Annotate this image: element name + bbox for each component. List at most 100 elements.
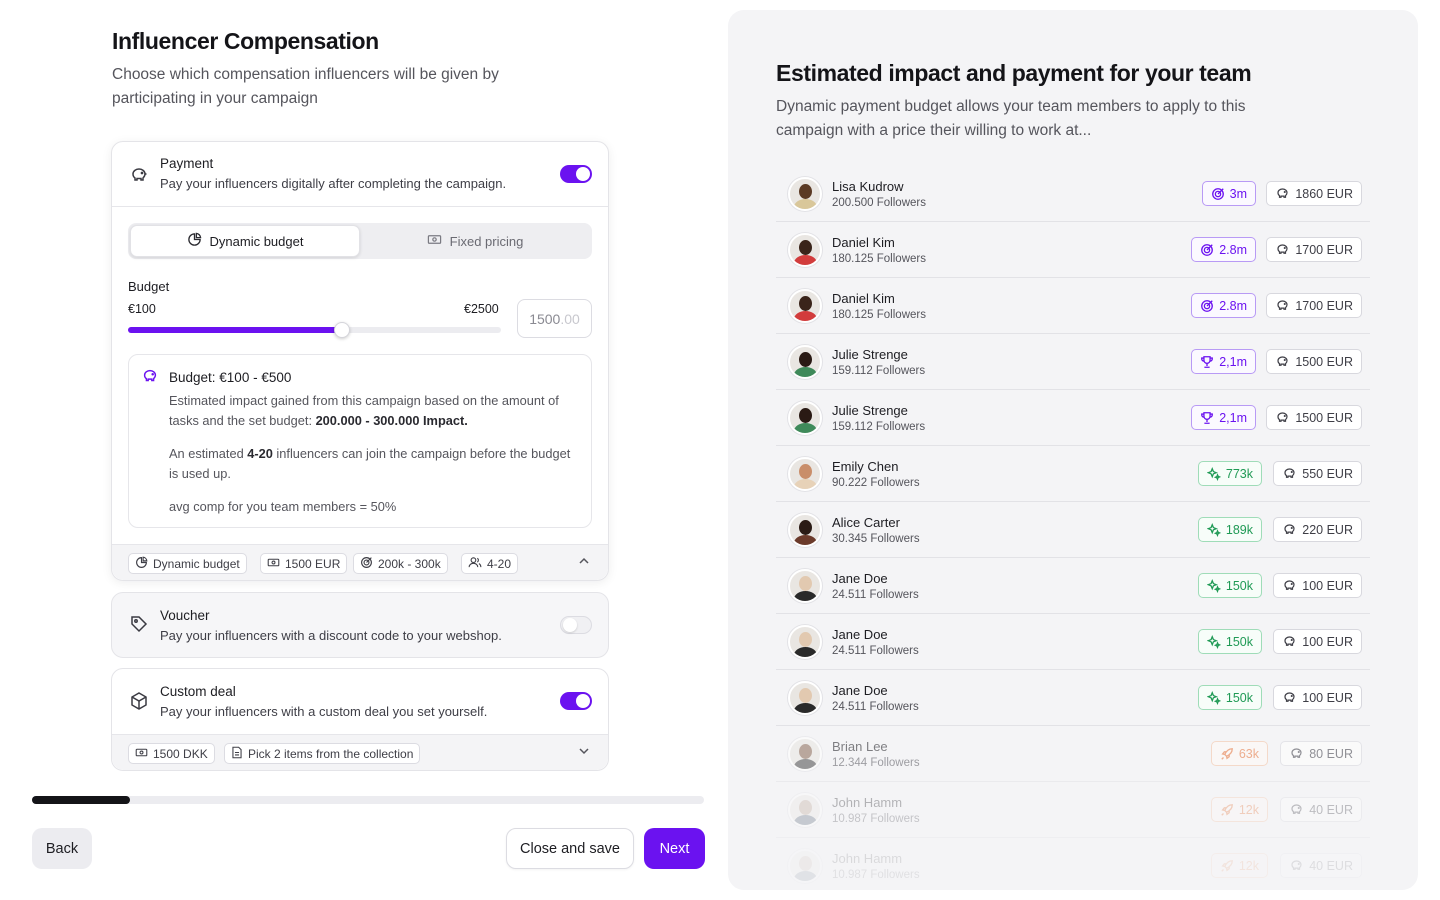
avatar-body	[794, 815, 817, 825]
payment-badge: 1700 EUR	[1266, 293, 1362, 318]
member-name: Jane Doe	[832, 683, 888, 698]
tab-dynamic-budget[interactable]: Dynamic budget	[130, 225, 360, 257]
tab-dynamic-budget-label: Dynamic budget	[209, 233, 304, 249]
chip-label: 200k - 300k	[378, 556, 441, 571]
budget-slider[interactable]	[128, 322, 501, 338]
budget-label: Budget	[128, 279, 170, 294]
payment-value: 1860 EUR	[1295, 186, 1353, 201]
team-member-row[interactable]: Lisa Kudrow 200.500 Followers 3m 1860 EUR	[776, 166, 1370, 222]
member-name: Jane Doe	[832, 571, 888, 586]
avatar	[788, 849, 822, 883]
payment-header: Payment Pay your influencers digitally a…	[112, 142, 608, 206]
member-name: John Hamm	[832, 851, 903, 866]
avatar-head	[799, 856, 812, 871]
payment-badge: 100 EUR	[1273, 685, 1362, 710]
sparkle-icon	[1206, 690, 1221, 705]
payment-badge: 1860 EUR	[1266, 181, 1362, 206]
back-button[interactable]: Back	[32, 828, 92, 869]
chevron-up-icon[interactable]	[578, 555, 590, 570]
member-name: Julie Strenge	[832, 403, 908, 418]
team-member-row[interactable]: John Hamm 10.987 Followers 12k 40 EUR	[776, 838, 1370, 890]
package-icon	[128, 690, 150, 712]
payment-value: 100 EUR	[1302, 634, 1353, 649]
member-name: Jane Doe	[832, 627, 888, 642]
chevron-down-icon[interactable]	[578, 745, 590, 760]
impact-badge: 12k	[1210, 853, 1268, 878]
impact-panel: Estimated impact and payment for your te…	[728, 10, 1418, 890]
team-member-row[interactable]: Jane Doe 24.511 Followers 150k 100 EUR	[776, 614, 1370, 670]
impact-subtitle: Dynamic payment budget allows your team …	[776, 98, 1246, 139]
budget-slider-thumb[interactable]	[334, 322, 351, 338]
avatar-body	[794, 647, 817, 657]
member-followers: 180.125 Followers	[832, 309, 926, 321]
avatar-head	[799, 296, 812, 311]
team-member-row[interactable]: Alice Carter 30.345 Followers 189k 220 EUR	[776, 502, 1370, 558]
avatar-head	[799, 632, 812, 647]
chip-deal-amount: 1500 DKK	[128, 743, 215, 764]
custom-deal-toggle[interactable]	[560, 692, 592, 710]
team-member-row[interactable]: Jane Doe 24.511 Followers 150k 100 EUR	[776, 558, 1370, 614]
chip-label: Dynamic budget	[153, 556, 240, 571]
sparkle-icon	[1206, 578, 1221, 593]
team-member-row[interactable]: Jane Doe 24.511 Followers 150k 100 EUR	[776, 670, 1370, 726]
payment-toggle[interactable]	[560, 165, 592, 183]
close-and-save-button[interactable]: Close and save	[506, 828, 634, 869]
impact-estimate-text: Estimated impact gained from this campai…	[169, 391, 581, 431]
budget-input[interactable]: 1500.00	[517, 299, 592, 338]
avatar-head	[799, 352, 812, 367]
voucher-toggle[interactable]	[560, 616, 592, 634]
team-member-row[interactable]: Daniel Kim 180.125 Followers 2.8m 1700 EUR	[776, 278, 1370, 334]
team-member-row[interactable]: Daniel Kim 180.125 Followers 2.8m 1700 EUR	[776, 222, 1370, 278]
avatar	[788, 289, 822, 323]
payment-badge: 1700 EUR	[1266, 237, 1362, 262]
avatar-body	[794, 535, 817, 545]
avatar-body	[794, 199, 817, 209]
member-followers: 159.112 Followers	[832, 365, 926, 377]
rocket-icon	[1220, 859, 1234, 873]
piggy-bank-icon	[1275, 242, 1290, 257]
avatar-head	[799, 520, 812, 535]
chip-label: 1500 EUR	[285, 556, 341, 571]
payment-badge: 1500 EUR	[1266, 349, 1362, 374]
pie-chart-icon	[187, 232, 202, 250]
payment-body: Dynamic budget Fixed pricing Budget €100…	[112, 207, 608, 547]
page-subtitle: Choose which compensation influencers wi…	[112, 66, 499, 107]
piggy-bank-icon	[1289, 858, 1304, 873]
team-member-row[interactable]: Emily Chen 90.222 Followers 773k 550 EUR	[776, 446, 1370, 502]
avatar-head	[799, 800, 812, 815]
target-icon	[1200, 243, 1214, 257]
impact-value: 773k	[1225, 466, 1253, 481]
team-member-row[interactable]: Brian Lee 12.344 Followers 63k 80 EUR	[776, 726, 1370, 782]
avatar	[788, 681, 822, 715]
member-name: Emily Chen	[832, 459, 899, 474]
avatar	[788, 345, 822, 379]
influencer-estimate-text: An estimated 4-20 influencers can join t…	[169, 444, 581, 484]
payment-badge: 550 EUR	[1273, 461, 1362, 486]
compensation-panel: Influencer Compensation Choose which com…	[0, 0, 728, 900]
team-member-row[interactable]: Julie Strenge 159.112 Followers 2,1m 1500 E…	[776, 390, 1370, 446]
member-followers: 12.344 Followers	[832, 757, 920, 769]
team-member-row[interactable]: John Hamm 10.987 Followers 12k 40 EUR	[776, 782, 1370, 838]
member-followers: 180.125 Followers	[832, 253, 926, 265]
piggy-bank-icon	[1275, 186, 1290, 201]
payment-value: 1500 EUR	[1295, 410, 1353, 425]
budget-range-min: €100	[128, 302, 156, 316]
influencer-estimate-lead: An estimated	[169, 446, 248, 461]
payment-badge: 100 EUR	[1273, 629, 1362, 654]
piggy-bank-icon	[128, 164, 150, 186]
pie-chart-icon	[135, 556, 148, 572]
chip-budget-amount: 1500 EUR	[260, 553, 348, 574]
custom-deal-card: Custom deal Pay your influencers with a …	[111, 668, 609, 771]
avatar-body	[794, 591, 817, 601]
document-icon	[231, 746, 243, 762]
payment-summary-chips: Dynamic budget 1500 EUR 200k - 300k 4-20	[112, 544, 608, 580]
impact-badge: 2,1m	[1191, 405, 1256, 430]
team-member-row[interactable]: Julie Strenge 159.112 Followers 2,1m 1500 E…	[776, 334, 1370, 390]
chip-deal-items: Pick 2 items from the collection	[224, 743, 421, 764]
tab-fixed-pricing[interactable]: Fixed pricing	[360, 225, 590, 257]
avatar	[788, 401, 822, 435]
avatar-head	[799, 576, 812, 591]
banknote-icon	[135, 746, 148, 762]
piggy-bank-icon	[1282, 466, 1297, 481]
next-button[interactable]: Next	[644, 828, 705, 869]
